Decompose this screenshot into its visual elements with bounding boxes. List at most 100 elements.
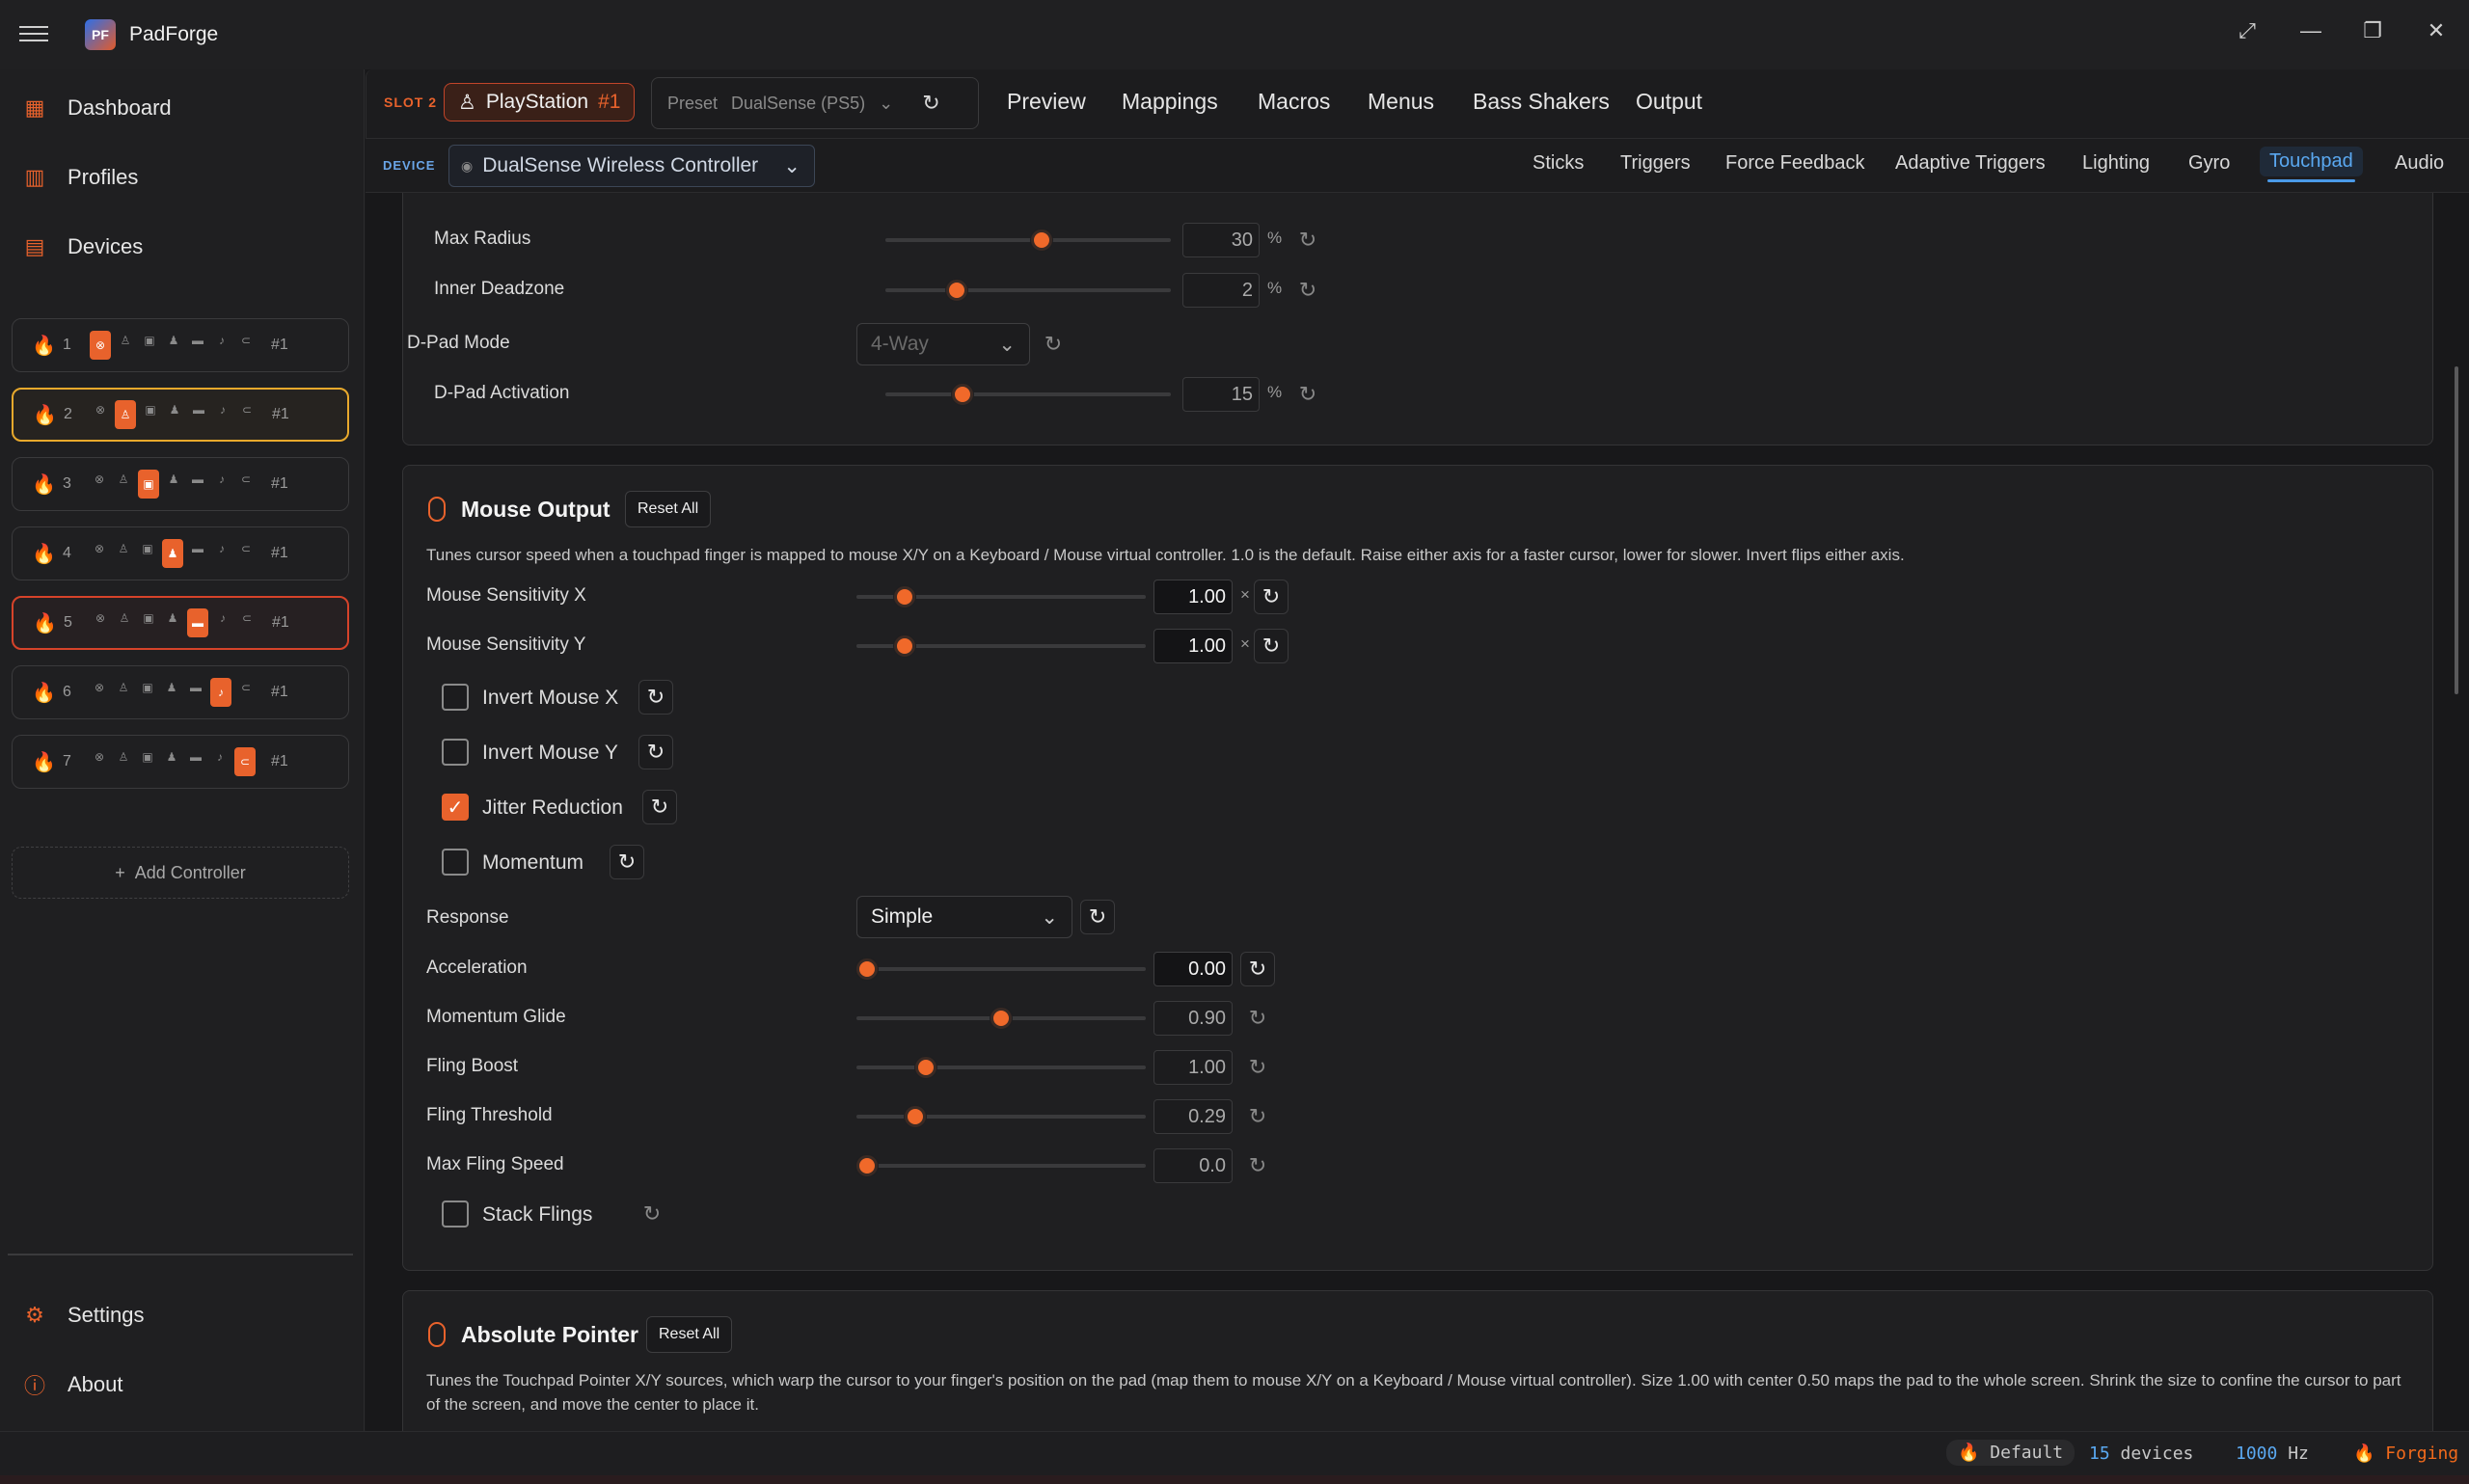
keyboard-icon[interactable]: ▬: [189, 400, 208, 419]
reset-icon[interactable]: ↻: [635, 1197, 669, 1231]
playstation-icon[interactable]: ♙: [114, 678, 133, 697]
tab-triggers[interactable]: Triggers: [1620, 152, 1691, 175]
tab-preview[interactable]: Preview: [1007, 89, 1086, 115]
fling-boost-value[interactable]: 1.00: [1153, 1050, 1233, 1085]
hamburger-menu-icon[interactable]: [19, 21, 48, 46]
invert-mouse-y-checkbox[interactable]: [442, 739, 469, 766]
midi-icon[interactable]: ♪: [210, 747, 230, 767]
playstation-icon[interactable]: ♙: [115, 608, 134, 628]
absolute-pointer-reset-all-button[interactable]: Reset All: [646, 1316, 733, 1353]
reset-icon[interactable]: ↻: [638, 680, 673, 715]
reset-icon[interactable]: ↻: [1240, 1001, 1275, 1036]
playstation-icon[interactable]: ♙: [116, 331, 135, 350]
dpad-activation-value[interactable]: 15: [1182, 377, 1260, 412]
slider-knob[interactable]: [990, 1008, 1012, 1029]
acceleration-value[interactable]: 0.00: [1153, 952, 1233, 986]
switch-icon[interactable]: ▣: [141, 400, 160, 419]
user-icon[interactable]: ♟: [162, 678, 181, 697]
response-select[interactable]: Simple ⌄: [856, 896, 1072, 938]
controller-slot[interactable]: 🔥 4 ⊗ ♙ ▣ ♟ ▬ ♪ ⊂ #1: [12, 526, 349, 580]
nav-dashboard[interactable]: ▦ Dashboard: [23, 89, 172, 127]
switch-icon[interactable]: ▣: [140, 331, 159, 350]
switch-icon[interactable]: ▣: [139, 608, 158, 628]
vr-icon[interactable]: ⊂: [237, 608, 257, 628]
vr-icon[interactable]: ⊂: [237, 400, 257, 419]
momentum-glide-slider[interactable]: [856, 1008, 1146, 1029]
mouse-output-reset-all-button[interactable]: Reset All: [625, 491, 712, 527]
close-button[interactable]: ✕: [2413, 10, 2459, 52]
slider-knob[interactable]: [893, 635, 915, 657]
fling-threshold-slider[interactable]: [856, 1106, 1146, 1127]
midi-icon[interactable]: ♪: [212, 539, 231, 558]
slider-knob[interactable]: [893, 586, 915, 607]
controller-slot[interactable]: 🔥 6 ⊗ ♙ ▣ ♟ ▬ ♪ ⊂ #1: [12, 665, 349, 719]
xbox-icon[interactable]: ⊗: [90, 678, 109, 697]
vr-icon[interactable]: ⊂: [236, 539, 256, 558]
stack-flings-checkbox[interactable]: [442, 1201, 469, 1228]
slider-knob[interactable]: [856, 1155, 878, 1176]
preset-select[interactable]: Preset DualSense (PS5) ⌄ ↻: [651, 77, 979, 129]
playstation-icon[interactable]: ♙: [114, 539, 133, 558]
tab-menus[interactable]: Menus: [1368, 89, 1434, 115]
fling-boost-slider[interactable]: [856, 1057, 1146, 1078]
status-profile[interactable]: 🔥 Default: [1946, 1440, 2076, 1466]
max-fling-speed-slider[interactable]: [856, 1155, 1146, 1176]
tab-adaptive-triggers[interactable]: Adaptive Triggers: [1895, 152, 2046, 175]
minimize-button[interactable]: —: [2288, 10, 2334, 52]
mouse-sensitivity-x-value[interactable]: 1.00: [1153, 580, 1233, 614]
reset-icon[interactable]: ↻: [642, 790, 677, 824]
switch-icon[interactable]: ▣: [138, 747, 157, 767]
inner-deadzone-slider[interactable]: [885, 280, 1171, 301]
device-select[interactable]: ◉ DualSense Wireless Controller ⌄: [448, 145, 815, 187]
tab-lighting[interactable]: Lighting: [2082, 152, 2150, 175]
keyboard-icon[interactable]: ▬: [188, 539, 207, 558]
vr-icon[interactable]: ⊂: [234, 747, 256, 776]
reset-icon[interactable]: ↻: [1290, 273, 1325, 308]
user-icon[interactable]: ♟: [165, 400, 184, 419]
reset-icon[interactable]: ↻: [1254, 629, 1289, 663]
xbox-icon[interactable]: ⊗: [91, 608, 110, 628]
vr-icon[interactable]: ⊂: [236, 470, 256, 489]
user-icon[interactable]: ♟: [164, 331, 183, 350]
xbox-icon[interactable]: ⊗: [90, 747, 109, 767]
jitter-reduction-checkbox[interactable]: ✓: [442, 794, 469, 821]
tab-output[interactable]: Output: [1636, 89, 1702, 115]
controller-slot[interactable]: 🔥 2 ⊗ ♙ ▣ ♟ ▬ ♪ ⊂ #1: [12, 388, 349, 442]
restore-button[interactable]: ❐: [2349, 10, 2396, 52]
slider-knob[interactable]: [951, 384, 973, 405]
tab-macros[interactable]: Macros: [1258, 89, 1330, 115]
xbox-icon[interactable]: ⊗: [90, 539, 109, 558]
mouse-sensitivity-y-slider[interactable]: [856, 635, 1146, 657]
midi-icon[interactable]: ♪: [210, 678, 231, 707]
vr-icon[interactable]: ⊂: [236, 678, 256, 697]
xbox-icon[interactable]: ⊗: [90, 331, 111, 360]
tab-audio[interactable]: Audio: [2395, 152, 2444, 175]
reset-icon[interactable]: ↻: [610, 845, 644, 879]
user-icon[interactable]: ♟: [162, 539, 183, 568]
max-radius-slider[interactable]: [885, 229, 1171, 251]
slider-knob[interactable]: [1030, 229, 1052, 251]
acceleration-slider[interactable]: [856, 958, 1146, 980]
mouse-sensitivity-x-slider[interactable]: [856, 586, 1146, 607]
reset-icon[interactable]: ↻: [1290, 377, 1325, 412]
controller-slot[interactable]: 🔥 7 ⊗ ♙ ▣ ♟ ▬ ♪ ⊂ #1: [12, 735, 349, 789]
slider-knob[interactable]: [946, 280, 968, 301]
expand-icon[interactable]: ⤢: [2224, 10, 2270, 52]
inner-deadzone-value[interactable]: 2: [1182, 273, 1260, 308]
slider-knob[interactable]: [915, 1057, 937, 1078]
invert-mouse-x-checkbox[interactable]: [442, 684, 469, 711]
slider-knob[interactable]: [905, 1106, 927, 1127]
controller-slot[interactable]: 🔥 1 ⊗ ♙ ▣ ♟ ▬ ♪ ⊂ #1: [12, 318, 349, 372]
controller-slot[interactable]: 🔥 3 ⊗ ♙ ▣ ♟ ▬ ♪ ⊂ #1: [12, 457, 349, 511]
midi-icon[interactable]: ♪: [212, 470, 231, 489]
nav-devices[interactable]: ▤ Devices: [23, 228, 144, 266]
vr-icon[interactable]: ⊂: [236, 331, 256, 350]
reset-icon[interactable]: ↻: [1036, 327, 1071, 362]
momentum-checkbox[interactable]: [442, 849, 469, 876]
tab-sticks[interactable]: Sticks: [1533, 152, 1584, 175]
keyboard-icon[interactable]: ▬: [188, 331, 207, 350]
playstation-icon[interactable]: ♙: [115, 400, 136, 429]
user-icon[interactable]: ♟: [163, 608, 182, 628]
reset-icon[interactable]: ↻: [1290, 223, 1325, 257]
xbox-icon[interactable]: ⊗: [90, 470, 109, 489]
